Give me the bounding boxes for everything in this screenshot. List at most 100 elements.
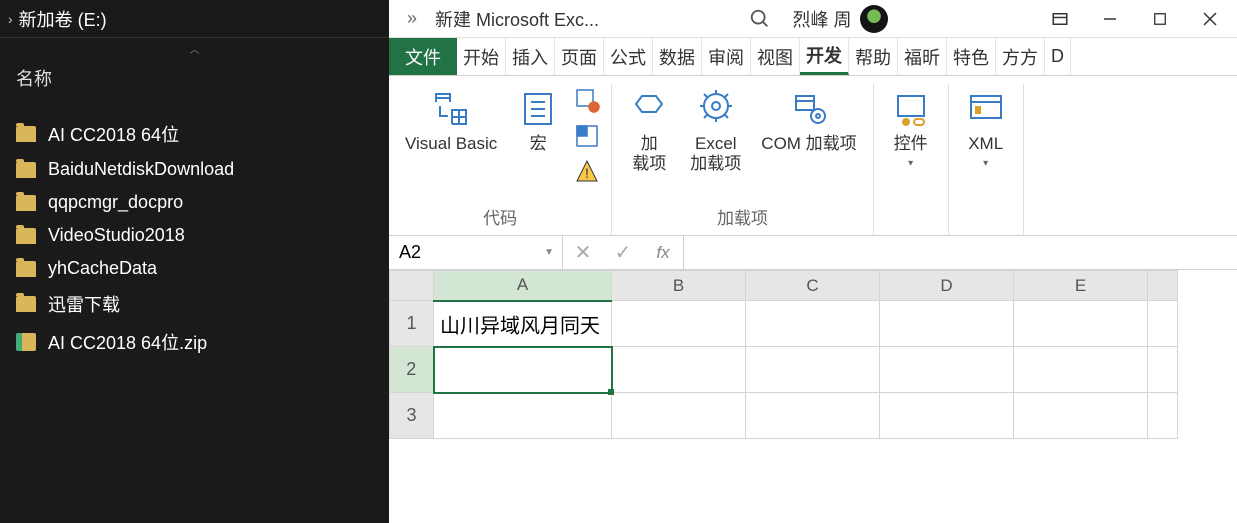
column-header[interactable]: E bbox=[1014, 271, 1148, 301]
tab-foxit[interactable]: 福昕 bbox=[898, 38, 947, 75]
addins-button[interactable]: 加 载项 bbox=[620, 84, 678, 179]
close-button[interactable] bbox=[1187, 3, 1233, 35]
ribbon-group-controls: 控件 ▾ bbox=[874, 84, 949, 235]
folder-icon bbox=[16, 126, 36, 142]
excel-addins-button[interactable]: Excel 加载项 bbox=[682, 84, 749, 179]
file-list: AI CC2018 64位 BaiduNetdiskDownload qqpcm… bbox=[0, 97, 389, 361]
column-header-name[interactable]: 名称 bbox=[0, 59, 389, 97]
cell[interactable] bbox=[746, 393, 880, 439]
folder-item[interactable]: yhCacheData bbox=[0, 252, 389, 285]
controls-button[interactable]: 控件 ▾ bbox=[882, 84, 940, 173]
tab-view[interactable]: 视图 bbox=[751, 38, 800, 75]
tab-formulas[interactable]: 公式 bbox=[604, 38, 653, 75]
chevron-down-icon[interactable]: ▼ bbox=[544, 247, 554, 258]
formula-input[interactable] bbox=[684, 236, 1237, 269]
folder-item[interactable]: AI CC2018 64位 bbox=[0, 115, 389, 153]
excel-addins-icon bbox=[695, 88, 737, 130]
com-addins-button[interactable]: COM 加载项 bbox=[753, 84, 864, 158]
column-header[interactable] bbox=[1148, 271, 1178, 301]
group-label-code: 代码 bbox=[397, 204, 603, 231]
file-name: AI CC2018 64位.zip bbox=[48, 329, 207, 355]
explorer-address-bar[interactable]: › 新加卷 (E:) bbox=[0, 0, 389, 38]
title-bar: » 新建 Microsoft Exc... 烈峰 周 bbox=[389, 0, 1237, 38]
quick-access-more-icon[interactable]: » bbox=[407, 8, 417, 29]
macros-label: 宏 bbox=[530, 134, 547, 154]
column-header[interactable]: C bbox=[746, 271, 880, 301]
xml-button[interactable]: XML ▾ bbox=[957, 84, 1015, 173]
cell[interactable] bbox=[612, 393, 746, 439]
folder-icon bbox=[16, 296, 36, 312]
file-explorer-panel: › 新加卷 (E:) ︿ 名称 AI CC2018 64位 BaiduNetdi… bbox=[0, 0, 389, 523]
tab-data[interactable]: 数据 bbox=[653, 38, 702, 75]
xml-icon bbox=[965, 88, 1007, 130]
cell[interactable] bbox=[1148, 393, 1178, 439]
tab-developer[interactable]: 开发 bbox=[800, 38, 849, 75]
column-header[interactable]: A bbox=[434, 271, 612, 301]
tab-insert[interactable]: 插入 bbox=[506, 38, 555, 75]
name-box[interactable]: A2 ▼ bbox=[389, 236, 563, 269]
svg-text:!: ! bbox=[585, 165, 589, 181]
folder-item[interactable]: BaiduNetdiskDownload bbox=[0, 153, 389, 186]
folder-icon bbox=[16, 195, 36, 211]
record-macro-button[interactable] bbox=[571, 84, 603, 116]
cell[interactable] bbox=[1148, 301, 1178, 347]
tab-special[interactable]: 特色 bbox=[947, 38, 996, 75]
cell[interactable] bbox=[612, 301, 746, 347]
cell[interactable] bbox=[434, 393, 612, 439]
cell[interactable] bbox=[880, 347, 1014, 393]
cell-a1[interactable]: 山川异域风月同天 bbox=[434, 301, 612, 347]
cell[interactable] bbox=[612, 347, 746, 393]
user-account[interactable]: 烈峰 周 bbox=[793, 5, 888, 33]
column-header[interactable]: D bbox=[880, 271, 1014, 301]
group-label-xml-empty bbox=[957, 209, 1015, 231]
cell[interactable] bbox=[746, 347, 880, 393]
insert-function-button[interactable]: fx bbox=[643, 243, 683, 263]
collapse-chevron-icon[interactable]: ︿ bbox=[0, 38, 389, 59]
folder-item[interactable]: 迅雷下载 bbox=[0, 285, 389, 323]
controls-icon bbox=[890, 88, 932, 130]
cell[interactable] bbox=[880, 301, 1014, 347]
row-header[interactable]: 1 bbox=[390, 301, 434, 347]
visual-basic-button[interactable]: Visual Basic bbox=[397, 84, 505, 158]
folder-item[interactable]: VideoStudio2018 bbox=[0, 219, 389, 252]
tab-review[interactable]: 审阅 bbox=[702, 38, 751, 75]
cell[interactable] bbox=[880, 393, 1014, 439]
tab-extra[interactable]: D bbox=[1045, 38, 1071, 75]
column-header[interactable]: B bbox=[612, 271, 746, 301]
row-header[interactable]: 2 bbox=[390, 347, 434, 393]
cell[interactable] bbox=[1014, 301, 1148, 347]
cell[interactable] bbox=[1014, 347, 1148, 393]
tab-home[interactable]: 开始 bbox=[457, 38, 506, 75]
cancel-formula-button[interactable]: ✕ bbox=[563, 240, 603, 265]
select-all-corner[interactable] bbox=[390, 271, 434, 301]
cell[interactable] bbox=[746, 301, 880, 347]
macro-security-button[interactable]: ! bbox=[571, 156, 603, 188]
maximize-button[interactable] bbox=[1137, 3, 1183, 35]
row-header[interactable]: 3 bbox=[390, 393, 434, 439]
macros-button[interactable]: 宏 bbox=[509, 84, 567, 158]
search-icon[interactable] bbox=[749, 8, 771, 30]
cell[interactable] bbox=[1014, 393, 1148, 439]
spreadsheet-grid[interactable]: A B C D E 1 山川异域风月同天 2 bbox=[389, 270, 1237, 523]
com-addins-icon bbox=[788, 88, 830, 130]
tab-fangfang[interactable]: 方方 bbox=[996, 38, 1045, 75]
ribbon-content: Visual Basic 宏 ! 代码 加 载项 bbox=[389, 76, 1237, 236]
minimize-button[interactable] bbox=[1087, 3, 1133, 35]
path-segment[interactable]: 新加卷 (E:) bbox=[19, 6, 107, 32]
addins-icon bbox=[628, 88, 670, 130]
tab-help[interactable]: 帮助 bbox=[849, 38, 898, 75]
file-name: VideoStudio2018 bbox=[48, 225, 185, 246]
cell[interactable] bbox=[1148, 347, 1178, 393]
folder-icon bbox=[16, 162, 36, 178]
folder-item[interactable]: qqpcmgr_docpro bbox=[0, 186, 389, 219]
window-title: 新建 Microsoft Exc... bbox=[435, 6, 599, 32]
chevron-down-icon: ▾ bbox=[908, 158, 913, 169]
use-relative-references-button[interactable] bbox=[571, 120, 603, 152]
tab-page-layout[interactable]: 页面 bbox=[555, 38, 604, 75]
file-item[interactable]: AI CC2018 64位.zip bbox=[0, 323, 389, 361]
ribbon-display-options-icon[interactable] bbox=[1037, 3, 1083, 35]
cell-a2-selected[interactable] bbox=[434, 347, 612, 393]
addins-label: 加 载项 bbox=[632, 134, 666, 175]
enter-formula-button[interactable]: ✓ bbox=[603, 240, 643, 265]
tab-file[interactable]: 文件 bbox=[389, 38, 457, 75]
